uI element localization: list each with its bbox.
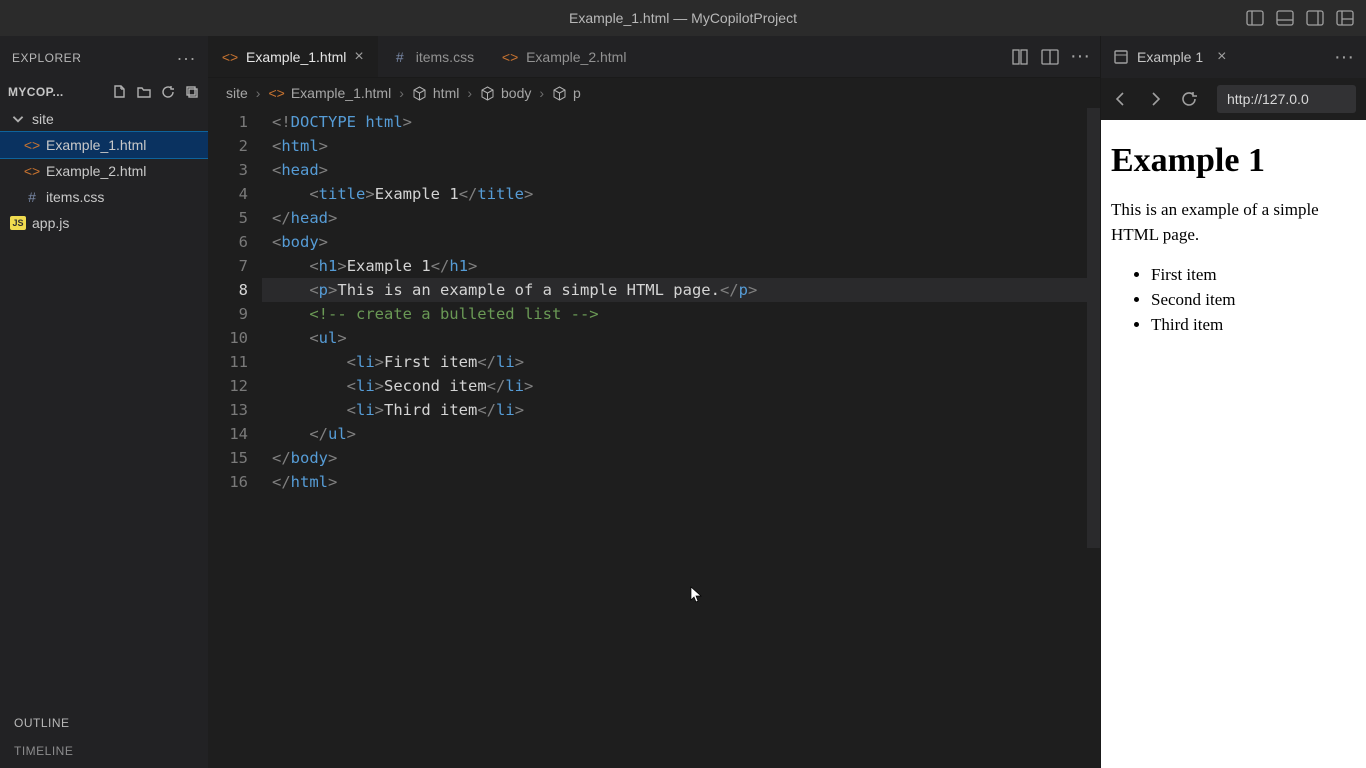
chevron-down-icon — [10, 111, 26, 127]
layout-secondary-sidebar-icon[interactable] — [1302, 7, 1328, 29]
preview-window-icon — [1113, 49, 1129, 65]
close-icon[interactable]: × — [1217, 48, 1226, 66]
line-gutter: 12345678910111213141516 — [208, 110, 262, 768]
preview-tab[interactable]: Example 1 × ··· — [1101, 36, 1366, 78]
tab-label: items.css — [416, 49, 474, 65]
list-item: First item — [1151, 263, 1356, 288]
explorer-sidebar: EXPLORER ··· MYCOP... site <> Example_1.… — [0, 36, 208, 768]
file-example-2[interactable]: <> Example_2.html — [0, 158, 208, 184]
file-items-css[interactable]: # items.css — [0, 184, 208, 210]
preview-heading: Example 1 — [1111, 142, 1356, 180]
editor-panel: <> Example_1.html × # items.css <> Examp… — [208, 36, 1100, 768]
explorer-more-icon[interactable]: ··· — [177, 48, 196, 69]
file-example-1[interactable]: <> Example_1.html — [0, 132, 208, 158]
tab-label: Example_2.html — [526, 49, 626, 65]
sidebar-sections: OUTLINE TIMELINE — [0, 705, 208, 768]
css-file-icon: # — [392, 49, 408, 65]
project-header[interactable]: MYCOP... — [0, 80, 208, 104]
crumb-html: html — [412, 85, 459, 101]
file-label: items.css — [46, 189, 104, 205]
file-tree: site <> Example_1.html <> Example_2.html… — [0, 104, 208, 238]
close-icon[interactable]: × — [354, 48, 363, 66]
preview-tab-label: Example 1 — [1137, 49, 1203, 65]
new-folder-icon[interactable] — [136, 84, 152, 100]
file-label: app.js — [32, 215, 69, 231]
code-source[interactable]: <!DOCTYPE html><html><head> <title>Examp… — [262, 110, 1100, 768]
html-file-icon: <> — [24, 137, 40, 153]
preview-document: Example 1 This is an example of a simple… — [1101, 120, 1366, 768]
explorer-title: EXPLORER — [12, 51, 81, 65]
css-file-icon: # — [24, 189, 40, 205]
folder-site[interactable]: site — [0, 106, 208, 132]
preview-toolbar: http://127.0.0 — [1101, 78, 1366, 120]
titlebar-layout-icons — [1242, 7, 1358, 29]
html-file-icon: <> — [268, 85, 284, 101]
html-file-icon: <> — [502, 49, 518, 65]
back-icon[interactable] — [1111, 89, 1131, 109]
outline-section[interactable]: OUTLINE — [0, 706, 208, 740]
editor-more-icon[interactable]: ··· — [1070, 45, 1090, 68]
list-item: Second item — [1151, 288, 1356, 313]
timeline-section[interactable]: TIMELINE — [0, 740, 208, 768]
editor-tabs: <> Example_1.html × # items.css <> Examp… — [208, 36, 1100, 78]
project-name: MYCOP... — [8, 85, 64, 99]
html-file-icon: <> — [222, 49, 238, 65]
tab-items-css[interactable]: # items.css — [378, 36, 488, 77]
crumb-p: p — [552, 85, 581, 101]
file-label: Example_2.html — [46, 163, 146, 179]
titlebar: Example_1.html — MyCopilotProject — [0, 0, 1366, 36]
html-file-icon: <> — [24, 163, 40, 179]
cube-icon — [552, 86, 567, 101]
tab-example-2[interactable]: <> Example_2.html — [488, 36, 640, 77]
collapse-all-icon[interactable] — [184, 84, 200, 100]
file-label: Example_1.html — [46, 137, 146, 153]
file-app-js[interactable]: JS app.js — [0, 210, 208, 236]
tab-example-1[interactable]: <> Example_1.html × — [208, 36, 378, 77]
editor-scrollbar[interactable] — [1087, 108, 1100, 548]
layout-primary-sidebar-icon[interactable] — [1242, 7, 1268, 29]
list-item: Third item — [1151, 313, 1356, 338]
cube-icon — [480, 86, 495, 101]
forward-icon[interactable] — [1145, 89, 1165, 109]
url-input[interactable]: http://127.0.0 — [1217, 85, 1356, 113]
crumb-file: <>Example_1.html — [268, 85, 391, 101]
window-title: Example_1.html — MyCopilotProject — [569, 10, 797, 26]
folder-label: site — [32, 111, 54, 127]
preview-paragraph: This is an example of a simple HTML page… — [1111, 198, 1356, 247]
breadcrumbs[interactable]: site › <>Example_1.html › html › body › … — [208, 78, 1100, 108]
preview-list: First itemSecond itemThird item — [1111, 263, 1356, 337]
cube-icon — [412, 86, 427, 101]
explorer-header: EXPLORER ··· — [0, 36, 208, 80]
js-file-icon: JS — [10, 216, 26, 230]
crumb-site: site — [226, 85, 248, 101]
reload-icon[interactable] — [1179, 89, 1199, 109]
tab-label: Example_1.html — [246, 49, 346, 65]
preview-more-icon[interactable]: ··· — [1334, 46, 1354, 69]
crumb-body: body — [480, 85, 531, 101]
diff-icon[interactable] — [1010, 47, 1030, 67]
mouse-cursor-icon — [690, 586, 704, 604]
new-file-icon[interactable] — [112, 84, 128, 100]
code-editor[interactable]: 12345678910111213141516 <!DOCTYPE html><… — [208, 108, 1100, 768]
refresh-icon[interactable] — [160, 84, 176, 100]
layout-panel-icon[interactable] — [1272, 7, 1298, 29]
layout-customize-icon[interactable] — [1332, 7, 1358, 29]
split-editor-icon[interactable] — [1040, 47, 1060, 67]
preview-panel: Example 1 × ··· http://127.0.0 Example 1… — [1100, 36, 1366, 768]
